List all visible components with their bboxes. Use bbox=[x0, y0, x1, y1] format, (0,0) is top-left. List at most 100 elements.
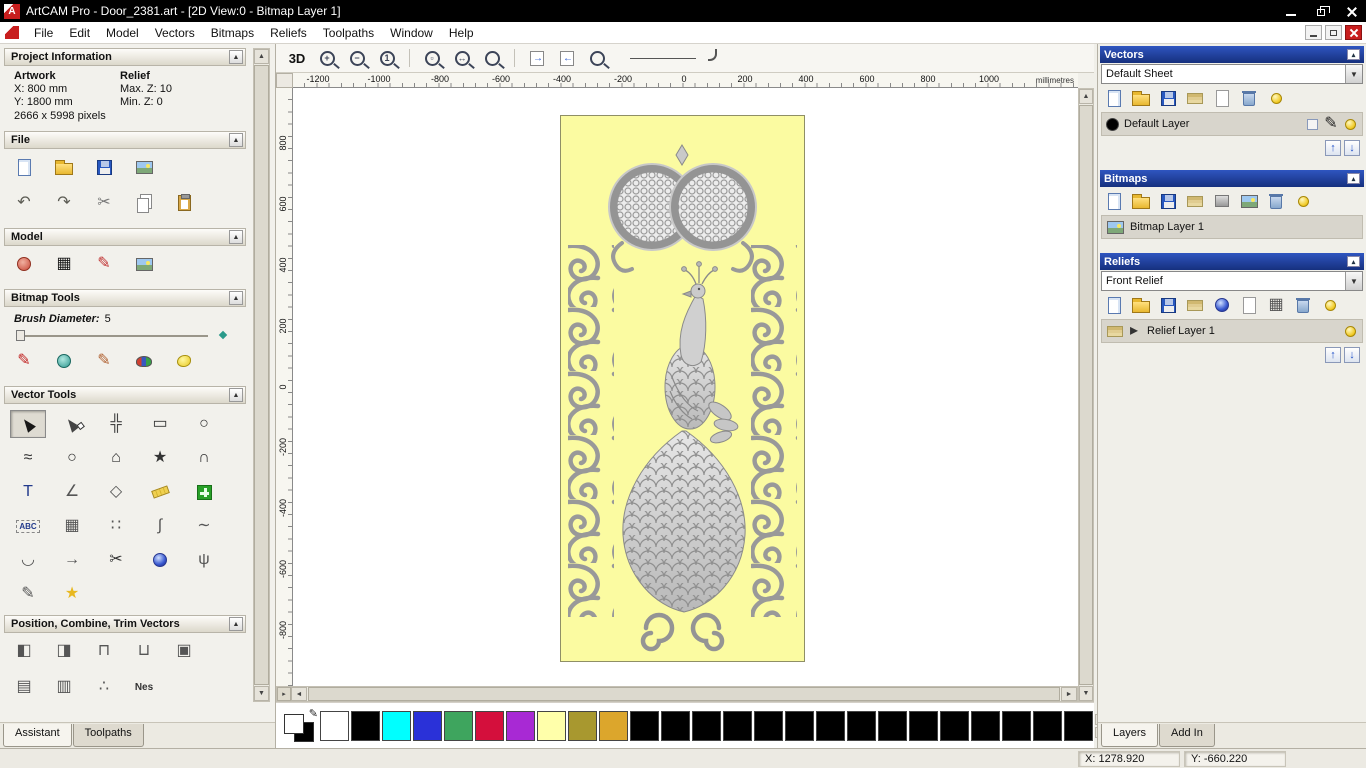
colour-swatch-6[interactable] bbox=[506, 710, 535, 741]
colour-swatch-9[interactable] bbox=[599, 710, 628, 741]
colour-swatch-16[interactable] bbox=[816, 710, 845, 741]
colour-swatch-12[interactable] bbox=[692, 710, 721, 741]
load-reference-bitmap-button[interactable] bbox=[132, 252, 156, 276]
new-relief-sheet-button[interactable] bbox=[1239, 295, 1259, 315]
colour-swatch-10[interactable] bbox=[630, 710, 659, 741]
colour-swatch-19[interactable] bbox=[909, 710, 938, 741]
tab-layers[interactable]: Layers bbox=[1101, 724, 1159, 747]
relief-layer-visibility-button[interactable] bbox=[1342, 322, 1358, 340]
restore-button[interactable] bbox=[1306, 0, 1336, 22]
chevron-down-icon[interactable]: ▼ bbox=[1345, 65, 1362, 83]
colour-swatch-14[interactable] bbox=[754, 710, 783, 741]
zoom-box-button[interactable]: ▫ bbox=[419, 46, 445, 70]
collapse-project-information-button[interactable]: ▲ bbox=[229, 50, 243, 64]
bitmap-layer-row[interactable]: Bitmap Layer 1 bbox=[1101, 215, 1363, 239]
colour-swatch-0[interactable] bbox=[320, 710, 349, 741]
menu-model[interactable]: Model bbox=[98, 24, 147, 42]
fit-curve-button[interactable]: ∼ bbox=[186, 512, 222, 540]
child-minimize-button[interactable] bbox=[1305, 25, 1322, 40]
chevron-down-icon[interactable]: ▼ bbox=[1345, 272, 1362, 290]
paint-brush-button[interactable]: ✎ bbox=[12, 349, 36, 373]
reduce-colours-button[interactable] bbox=[172, 349, 196, 373]
reverse-direction-button[interactable]: → bbox=[54, 546, 90, 574]
delete-vector-layer-button[interactable] bbox=[1239, 88, 1259, 108]
expand-relief-layer-button[interactable]: ▸ bbox=[1126, 322, 1142, 340]
canvas-vertical-scrollbar[interactable]: ▲ ▼ bbox=[1078, 88, 1094, 702]
menu-file[interactable]: File bbox=[26, 24, 61, 42]
colour-swatch-23[interactable] bbox=[1033, 710, 1062, 741]
colour-swatch-5[interactable] bbox=[475, 710, 504, 741]
menu-edit[interactable]: Edit bbox=[61, 24, 98, 42]
paste-button[interactable] bbox=[172, 191, 196, 215]
colour-swatch-3[interactable] bbox=[413, 710, 442, 741]
fillet-tool-button[interactable] bbox=[142, 478, 178, 506]
edit-vector-layer-button[interactable]: ✎ bbox=[1323, 115, 1339, 133]
delete-relief-layer-button[interactable] bbox=[1293, 295, 1313, 315]
new-bitmap-layer-button[interactable] bbox=[1104, 191, 1124, 211]
new-relief-layer-button[interactable] bbox=[1104, 295, 1124, 315]
greyscale-preview-button[interactable] bbox=[1212, 191, 1232, 211]
canvas-scroll-left-button[interactable]: ◄ bbox=[291, 687, 307, 701]
relief-grid-button[interactable]: ▦ bbox=[1266, 295, 1286, 315]
create-rectangle-button[interactable]: ▭ bbox=[142, 410, 178, 438]
colour-swatch-20[interactable] bbox=[940, 710, 969, 741]
vector-layer-up-button[interactable]: ↑ bbox=[1325, 140, 1341, 156]
bitmap-to-vector-button[interactable] bbox=[1239, 191, 1259, 211]
preview-slider-track[interactable] bbox=[630, 57, 696, 59]
toggle-all-vector-visibility-button[interactable] bbox=[1266, 88, 1286, 108]
adjust-model-button[interactable]: ▦ bbox=[52, 252, 76, 276]
save-relief-layer-button[interactable] bbox=[1158, 295, 1178, 315]
assistant-scrollbar[interactable]: ▲ ▼ bbox=[253, 48, 270, 702]
relief-layer-thumb-button[interactable] bbox=[1106, 322, 1124, 340]
merge-bitmap-layers-button[interactable] bbox=[1185, 191, 1205, 211]
vector-doctor-button[interactable]: ✎ bbox=[10, 580, 46, 608]
vector-layer-down-button[interactable]: ↓ bbox=[1344, 140, 1360, 156]
create-text-button[interactable]: T bbox=[10, 478, 46, 506]
rollup-vectors-button[interactable]: ▴ bbox=[1347, 49, 1360, 60]
collapse-model-button[interactable]: ▲ bbox=[229, 230, 243, 244]
slider-track[interactable] bbox=[16, 335, 208, 337]
menu-bitmaps[interactable]: Bitmaps bbox=[203, 24, 262, 42]
rollup-reliefs-button[interactable]: ▴ bbox=[1347, 256, 1360, 267]
align-centre-button[interactable]: ▣ bbox=[172, 639, 196, 663]
align-left-button[interactable]: ◧ bbox=[12, 639, 36, 663]
collapse-file-button[interactable]: ▲ bbox=[229, 133, 243, 147]
door-relief-artwork[interactable] bbox=[560, 115, 805, 662]
brush-diameter-slider[interactable] bbox=[16, 328, 234, 343]
node-editing-button[interactable] bbox=[54, 410, 90, 438]
toggle-all-relief-visibility-button[interactable] bbox=[1320, 295, 1340, 315]
canvas-scroll-up-button[interactable]: ▲ bbox=[1079, 89, 1093, 104]
relief-layer-up-button[interactable]: ↑ bbox=[1325, 347, 1341, 363]
magic-wand-button[interactable]: ★ bbox=[54, 580, 90, 608]
create-polyline-button[interactable]: ≈ bbox=[10, 444, 46, 472]
relief-layer-down-button[interactable]: ↓ bbox=[1344, 347, 1360, 363]
merge-vector-layers-button[interactable] bbox=[1185, 88, 1205, 108]
relief-select[interactable]: Front Relief ▼ bbox=[1101, 271, 1363, 291]
menu-vectors[interactable]: Vectors bbox=[147, 24, 203, 42]
child-restore-button[interactable] bbox=[1325, 25, 1342, 40]
canvas-hscroll-thumb[interactable] bbox=[308, 687, 1060, 701]
create-ellipse-button[interactable]: ○ bbox=[54, 444, 90, 472]
nest-objects-button[interactable]: ∷ bbox=[98, 512, 134, 540]
relief-layer-row[interactable]: ▸ Relief Layer 1 bbox=[1101, 319, 1363, 343]
colour-swatch-22[interactable] bbox=[1002, 710, 1031, 741]
import-image-button[interactable] bbox=[132, 155, 156, 179]
sheet-select[interactable]: Default Sheet ▼ bbox=[1101, 64, 1363, 84]
align-top-button[interactable]: ⊓ bbox=[92, 639, 116, 663]
save-vector-layer-button[interactable] bbox=[1158, 88, 1178, 108]
open-vector-file-button[interactable] bbox=[1131, 88, 1151, 108]
vector-layer-visibility-button[interactable] bbox=[1342, 115, 1358, 133]
relief-preview-button[interactable] bbox=[1212, 295, 1232, 315]
menu-toolpaths[interactable]: Toolpaths bbox=[315, 24, 382, 42]
align-bottom-button[interactable]: ⊔ bbox=[132, 639, 156, 663]
colour-swatch-1[interactable] bbox=[351, 710, 380, 741]
weld-vectors-button[interactable]: ∴ bbox=[92, 675, 116, 699]
minimize-button[interactable] bbox=[1276, 0, 1306, 22]
scroll-up-button[interactable]: ▲ bbox=[254, 49, 269, 64]
align-right-button[interactable]: ◨ bbox=[52, 639, 76, 663]
zoom-in-button[interactable]: + bbox=[314, 46, 340, 70]
new-model-button[interactable] bbox=[12, 155, 36, 179]
colour-swatch-11[interactable] bbox=[661, 710, 690, 741]
copy-button[interactable] bbox=[132, 191, 156, 215]
paint-selective-button[interactable] bbox=[132, 349, 156, 373]
